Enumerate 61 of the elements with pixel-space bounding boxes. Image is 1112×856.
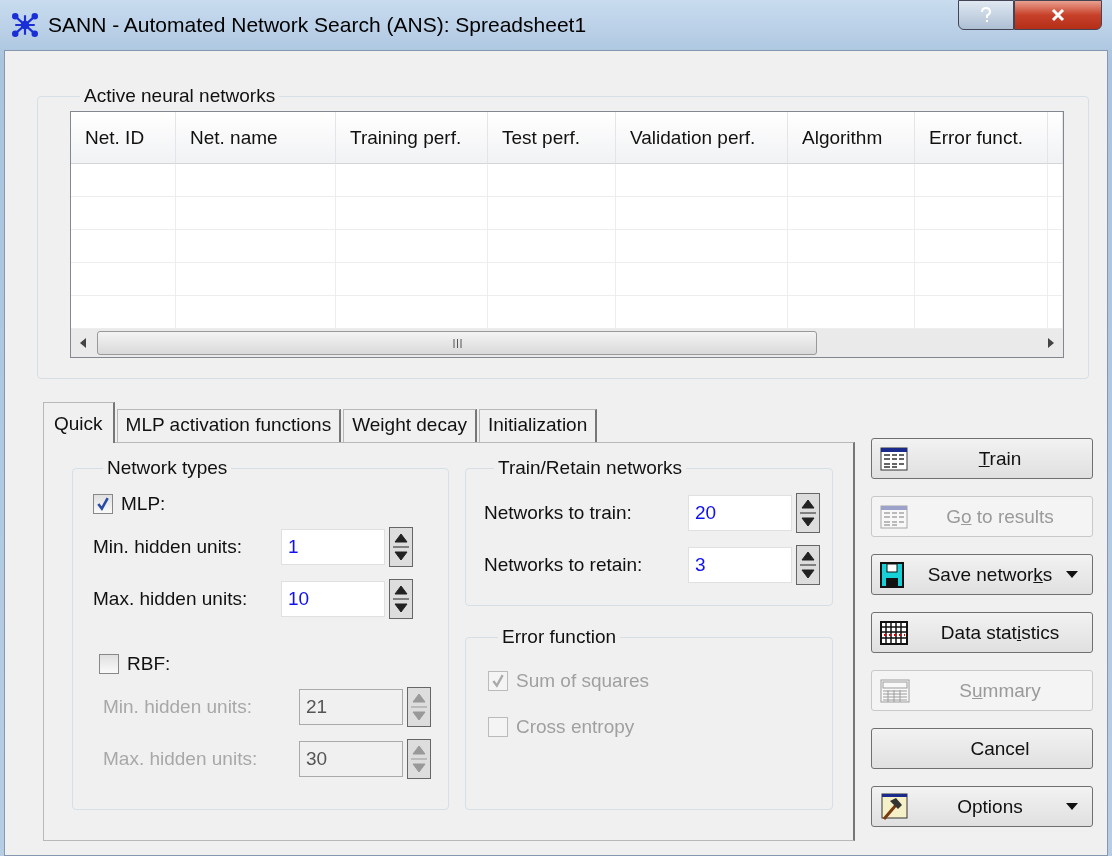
table-cell <box>1048 197 1063 230</box>
column-header[interactable]: Training perf. <box>336 112 488 164</box>
column-header[interactable]: Net. ID <box>71 112 176 164</box>
checkbox[interactable] <box>99 654 119 674</box>
field-label: Min. hidden units: <box>102 696 253 718</box>
number-field[interactable]: 3 <box>688 547 792 583</box>
close-icon <box>1050 8 1066 22</box>
group-title: Error function <box>501 626 618 648</box>
action-button[interactable]: Cancel <box>871 728 1093 769</box>
spin-buttons[interactable] <box>389 579 413 619</box>
checkbox-label: Cross entropy <box>516 716 635 738</box>
field-label: Max. hidden units: <box>102 748 259 770</box>
group-title: Train/Retain networks <box>497 457 684 479</box>
table-cell <box>1048 263 1063 296</box>
tab[interactable]: Initialization <box>478 409 598 442</box>
number-field[interactable]: 10 <box>281 581 385 617</box>
table-icon <box>880 504 908 529</box>
field-label: Networks to train: <box>484 502 633 524</box>
checkbox[interactable] <box>93 494 113 514</box>
number-field[interactable]: 1 <box>281 529 385 565</box>
horizontal-scrollbar[interactable] <box>71 329 1063 357</box>
table-cell <box>1048 230 1063 263</box>
help-button[interactable] <box>958 0 1014 30</box>
scroll-left-icon[interactable] <box>79 338 87 348</box>
network-logo-icon <box>12 12 38 38</box>
table-cell <box>1048 164 1063 197</box>
tab[interactable]: MLP activation functions <box>116 409 342 442</box>
group-title: Network types <box>106 457 229 479</box>
window-title: SANN - Automated Network Search (ANS): Spreadsheet1 <box>48 13 587 37</box>
column-header[interactable]: Test perf. <box>488 112 616 164</box>
field-label: Max. hidden units: <box>93 588 249 610</box>
summary-table-icon <box>880 678 910 703</box>
field-label: Networks to retain: <box>484 554 644 576</box>
hammer-icon <box>880 792 908 821</box>
column-header <box>1048 112 1063 164</box>
action-button[interactable]: Options <box>871 786 1093 827</box>
group-title: Active neural networks <box>83 85 277 107</box>
close-button[interactable] <box>1014 0 1102 30</box>
scroll-right-icon[interactable] <box>1047 338 1055 348</box>
column-header[interactable]: Algorithm <box>788 112 915 164</box>
table-icon <box>880 446 908 471</box>
spin-buttons[interactable] <box>389 527 413 567</box>
checkbox-label: Sum of squares <box>516 670 650 692</box>
question-mark-icon <box>980 7 992 23</box>
number-field[interactable]: 20 <box>688 495 792 531</box>
spin-buttons[interactable] <box>796 545 820 585</box>
grid-icon <box>880 620 908 645</box>
column-header[interactable]: Validation perf. <box>616 112 788 164</box>
checkbox-label: MLP: <box>121 493 166 515</box>
grip-icon <box>452 338 462 348</box>
tab[interactable]: Quick <box>43 402 115 443</box>
field-label: Min. hidden units: <box>93 536 243 558</box>
action-button[interactable]: Train <box>871 438 1093 479</box>
column-header[interactable]: Net. name <box>176 112 336 164</box>
checkbox-label: RBF: <box>127 653 171 675</box>
action-button[interactable]: Save networks <box>871 554 1093 595</box>
scroll-thumb[interactable] <box>97 331 817 355</box>
spin-buttons[interactable] <box>796 493 820 533</box>
action-button[interactable]: Data statistics <box>871 612 1093 653</box>
column-header[interactable]: Error funct. <box>915 112 1048 164</box>
tab[interactable]: Weight decay <box>343 409 477 442</box>
